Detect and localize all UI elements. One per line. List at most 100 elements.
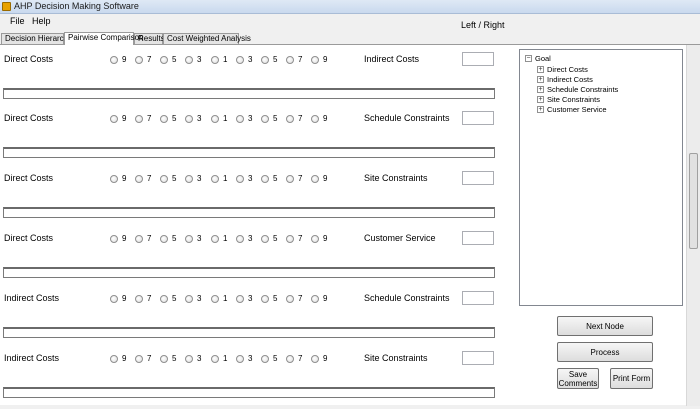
scale-option[interactable]: 3	[185, 55, 207, 65]
comment-field[interactable]	[3, 147, 495, 158]
scale-option[interactable]: 5	[160, 114, 182, 124]
comment-field[interactable]	[3, 387, 495, 398]
scale-radio[interactable]	[311, 235, 319, 243]
print-form-button[interactable]: Print Form	[610, 368, 653, 389]
menu-help[interactable]: Help	[32, 16, 51, 26]
expand-icon[interactable]: +	[537, 96, 544, 103]
tab-decision-hierarchy[interactable]: Decision Hierarchy	[1, 33, 72, 44]
scale-option[interactable]: 7	[135, 114, 157, 124]
scale-option[interactable]: 5	[261, 114, 283, 124]
scale-option[interactable]: 5	[261, 55, 283, 65]
scale-radio[interactable]	[286, 295, 294, 303]
scale-radio[interactable]	[236, 355, 244, 363]
scale-option[interactable]: 5	[261, 174, 283, 184]
scale-radio[interactable]	[286, 56, 294, 64]
comment-field[interactable]	[3, 267, 495, 278]
scale-option[interactable]: 1	[211, 55, 233, 65]
scale-radio[interactable]	[236, 115, 244, 123]
collapse-icon[interactable]: −	[525, 55, 532, 62]
tree-node[interactable]: Schedule Constraints	[547, 85, 618, 94]
scale-option[interactable]: 1	[211, 174, 233, 184]
scale-radio[interactable]	[135, 115, 143, 123]
scale-option[interactable]: 3	[236, 354, 258, 364]
scale-radio[interactable]	[160, 295, 168, 303]
score-input[interactable]	[462, 231, 494, 245]
scale-option[interactable]: 5	[160, 234, 182, 244]
scale-option[interactable]: 9	[110, 174, 132, 184]
scale-radio[interactable]	[135, 175, 143, 183]
scale-radio[interactable]	[211, 115, 219, 123]
scale-radio[interactable]	[110, 235, 118, 243]
scale-option[interactable]: 5	[261, 294, 283, 304]
comment-field[interactable]	[3, 327, 495, 338]
scale-option[interactable]: 7	[286, 354, 308, 364]
next-node-button[interactable]: Next Node	[557, 316, 653, 336]
scale-radio[interactable]	[110, 295, 118, 303]
scale-option[interactable]: 7	[135, 354, 157, 364]
scale-option[interactable]: 9	[311, 174, 333, 184]
scale-radio[interactable]	[211, 295, 219, 303]
score-input[interactable]	[462, 171, 494, 185]
scale-radio[interactable]	[261, 175, 269, 183]
scale-option[interactable]: 7	[286, 55, 308, 65]
scale-radio[interactable]	[160, 235, 168, 243]
scale-radio[interactable]	[261, 115, 269, 123]
comment-field[interactable]	[3, 88, 495, 99]
scale-radio[interactable]	[185, 295, 193, 303]
scale-radio[interactable]	[160, 175, 168, 183]
score-input[interactable]	[462, 291, 494, 305]
scale-option[interactable]: 9	[311, 354, 333, 364]
scale-radio[interactable]	[185, 355, 193, 363]
expand-icon[interactable]: +	[537, 106, 544, 113]
scale-option[interactable]: 7	[135, 294, 157, 304]
scale-radio[interactable]	[160, 115, 168, 123]
tab-cost-weighted-analysis[interactable]: Cost Weighted Analysis	[163, 33, 251, 44]
scale-radio[interactable]	[185, 235, 193, 243]
scale-radio[interactable]	[261, 235, 269, 243]
scale-option[interactable]: 1	[211, 114, 233, 124]
scale-option[interactable]: 7	[286, 114, 308, 124]
save-comments-button[interactable]: Save Comments	[557, 368, 599, 389]
scale-option[interactable]: 9	[311, 114, 333, 124]
scale-radio[interactable]	[236, 56, 244, 64]
scale-radio[interactable]	[110, 175, 118, 183]
scale-radio[interactable]	[211, 235, 219, 243]
scrollbar-thumb[interactable]	[689, 153, 698, 249]
comment-field[interactable]	[3, 207, 495, 218]
menu-file[interactable]: File	[10, 16, 25, 26]
scale-option[interactable]: 7	[135, 234, 157, 244]
scale-option[interactable]: 5	[261, 354, 283, 364]
scale-radio[interactable]	[261, 295, 269, 303]
scale-option[interactable]: 3	[185, 174, 207, 184]
expand-icon[interactable]: +	[537, 66, 544, 73]
score-input[interactable]	[462, 351, 494, 365]
tab-pairwise-comparison[interactable]: Pairwise Comparison	[64, 32, 144, 45]
scale-radio[interactable]	[286, 115, 294, 123]
scale-radio[interactable]	[311, 295, 319, 303]
scale-radio[interactable]	[185, 56, 193, 64]
scale-option[interactable]: 3	[185, 234, 207, 244]
scale-option[interactable]: 5	[261, 234, 283, 244]
scale-radio[interactable]	[110, 355, 118, 363]
scale-radio[interactable]	[286, 355, 294, 363]
tree-node-goal[interactable]: Goal	[535, 54, 551, 63]
scale-option[interactable]: 7	[286, 174, 308, 184]
scale-option[interactable]: 9	[311, 234, 333, 244]
scale-option[interactable]: 3	[236, 114, 258, 124]
scale-option[interactable]: 5	[160, 174, 182, 184]
expand-icon[interactable]: +	[537, 76, 544, 83]
scale-option[interactable]: 3	[236, 174, 258, 184]
scale-radio[interactable]	[236, 235, 244, 243]
scale-option[interactable]: 9	[311, 294, 333, 304]
scale-radio[interactable]	[110, 56, 118, 64]
scale-option[interactable]: 9	[110, 55, 132, 65]
hierarchy-tree[interactable]: − Goal + Direct Costs + Indirect Costs + Sche…	[519, 49, 683, 306]
tree-node[interactable]: Indirect Costs	[547, 75, 593, 84]
tree-node[interactable]: Site Constraints	[547, 95, 600, 104]
expand-icon[interactable]: +	[537, 86, 544, 93]
scale-option[interactable]: 9	[110, 354, 132, 364]
scale-radio[interactable]	[211, 175, 219, 183]
scale-option[interactable]: 9	[311, 55, 333, 65]
scale-option[interactable]: 7	[135, 174, 157, 184]
scale-option[interactable]: 7	[135, 55, 157, 65]
